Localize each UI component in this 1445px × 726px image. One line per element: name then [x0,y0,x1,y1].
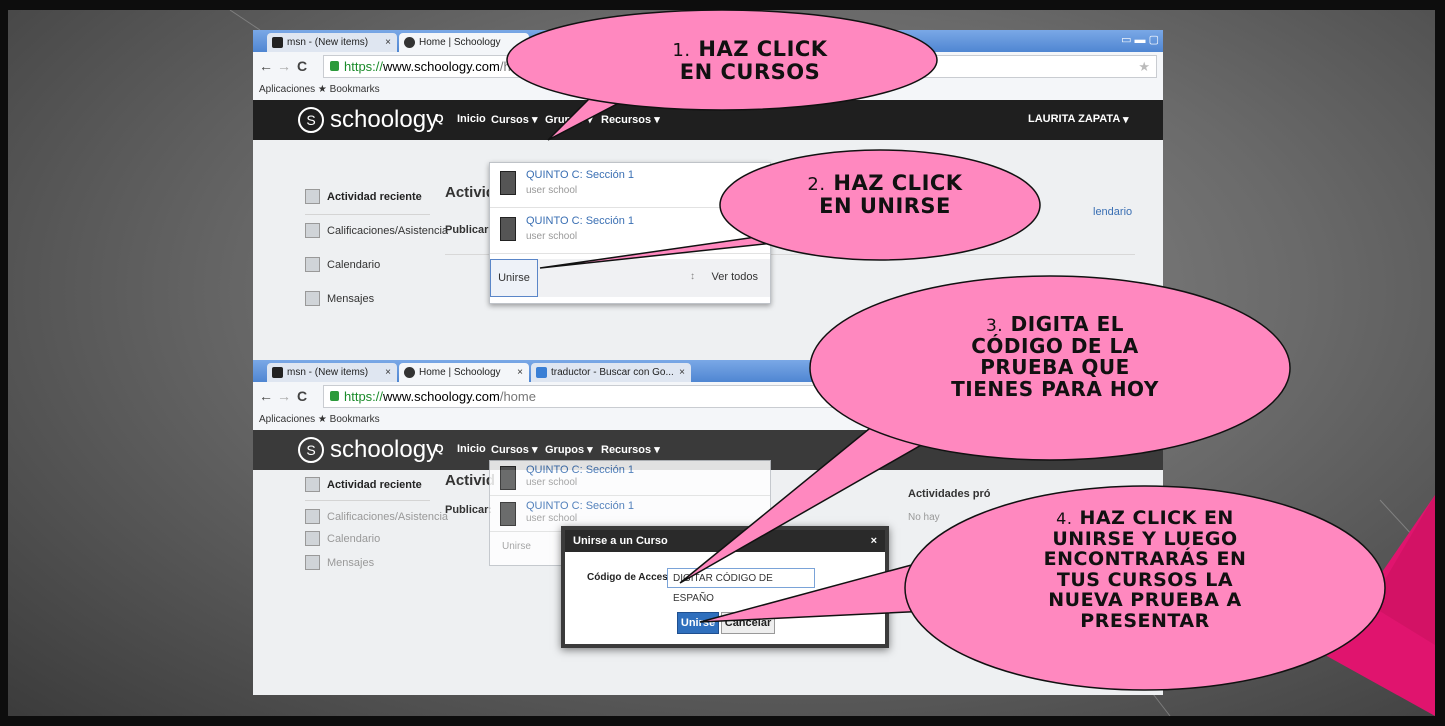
callout-line: TIENES PARA HOY [951,376,1159,401]
callout-line: PRUEBA QUE [980,355,1130,380]
step-number: 1. [672,40,691,61]
callout-line: TUS CURSOS LA [1056,568,1234,591]
callout-line: ENCONTRARÁS EN [1043,548,1247,571]
frame-top [0,0,1445,10]
callout-line: EN CURSOS [679,59,821,84]
callout-line: CÓDIGO DE LA [971,333,1139,358]
callout-step2-text: 2. HAZ CLICK EN UNIRSE [760,172,1010,217]
callout-line: HAZ CLICK [698,37,828,61]
step-number: 4. [1056,509,1073,528]
frame-bottom [0,716,1445,726]
frame-left [0,0,8,726]
callout-line: DIGITA EL [1010,312,1125,336]
callout-line: HAZ CLICK [833,171,963,195]
callout-line: UNIRSE Y LUEGO [1052,527,1238,550]
frame-right [1435,0,1445,726]
callout-step1-text: 1. HAZ CLICK EN CURSOS [620,38,880,83]
callout-line: PRESENTAR [1080,609,1210,632]
step-number: 3. [985,316,1004,336]
callout-line: EN UNIRSE [819,193,951,218]
callout-step3-text: 3. DIGITA EL CÓDIGO DE LA PRUEBA QUE TIE… [880,312,1230,401]
callout-line: HAZ CLICK EN [1079,507,1234,529]
callout-line: NUEVA PRUEBA A [1048,589,1242,612]
step-number: 2. [807,174,826,195]
callout-step4-text: 4. HAZ CLICK EN UNIRSE Y LUEGO ENCONTRAR… [990,508,1300,631]
slide: msn - (New items) × Home | Schoology ▭ ▬… [0,0,1445,726]
